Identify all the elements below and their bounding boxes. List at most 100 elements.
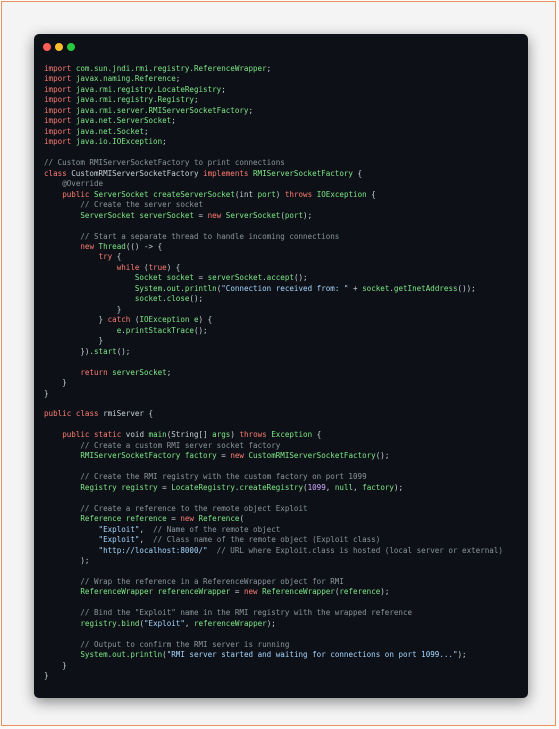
code-line: public static void main(String[] args) t… <box>44 430 528 440</box>
code-token: } <box>44 671 49 681</box>
code-token: + <box>348 283 363 293</box>
code-token: socket <box>362 283 390 293</box>
code-token: = <box>193 210 208 220</box>
code-token: createRegistry <box>239 482 304 492</box>
code-token: ; <box>171 116 176 126</box>
code-token: println <box>184 283 217 293</box>
code-token: void <box>121 430 149 440</box>
code-token: ( <box>239 514 244 524</box>
code-line: e.printStackTrace(); <box>44 326 528 336</box>
code-token: // Bind the "Exploit" name in the RMI re… <box>80 608 413 618</box>
code-token: ; <box>162 137 167 147</box>
code-token: = <box>230 587 244 597</box>
code-token: (); <box>375 451 390 461</box>
minimize-window-button[interactable] <box>55 43 63 51</box>
code-token: import <box>44 95 72 105</box>
code-token: static <box>94 430 122 440</box>
code-line: import com.sun.jndi.rmi.registry.Referen… <box>44 64 528 74</box>
code-token: System <box>80 650 108 660</box>
code-line: // Output to confirm the RMI server is r… <box>44 640 528 650</box>
maximize-window-button[interactable] <box>67 43 75 51</box>
code-token: ReferenceWrapper referenceWrapper <box>80 587 231 597</box>
code-token: catch <box>107 315 131 325</box>
code-token: 1099 <box>307 482 326 492</box>
code-token: ; <box>248 105 254 115</box>
code-line: import javax.naming.Reference; <box>44 74 528 84</box>
code-token: ()); <box>457 283 476 293</box>
code-token: // URL where Exploit.class is hosted (lo… <box>216 545 503 555</box>
code-token: (); <box>193 325 208 335</box>
code-token: out <box>166 283 181 293</box>
code-token: } <box>44 336 104 346</box>
code-token: ); <box>393 482 404 492</box>
code-token: ( <box>139 262 149 272</box>
code-token: { <box>366 189 376 199</box>
code-token: port <box>257 189 276 199</box>
code-token: public <box>62 189 90 199</box>
code-token: socket <box>134 294 163 304</box>
code-token: } <box>44 378 67 388</box>
code-token: Socket socket <box>134 273 194 283</box>
code-line: return serverSocket; <box>44 368 528 378</box>
code-line: // Wrap the reference in a ReferenceWrap… <box>44 577 528 587</box>
code-window: import com.sun.jndi.rmi.registry.Referen… <box>34 34 528 698</box>
code-line: } <box>44 336 528 346</box>
code-token: (int <box>234 189 258 199</box>
code-token: (); <box>189 294 204 304</box>
code-line: // Start a separate thread to handle inc… <box>44 232 528 242</box>
code-line: Registry registry = LocateRegistry.creat… <box>44 483 528 493</box>
code-token: factory <box>362 482 394 492</box>
code-token: { <box>112 252 122 262</box>
code-token: CustomRMIServerSocketFactory <box>248 451 376 461</box>
code-token: ); <box>380 587 390 597</box>
code-token: accept <box>266 273 294 283</box>
code-token: rmiServer { <box>98 409 154 419</box>
code-token: { <box>352 168 363 178</box>
code-token: ); <box>266 618 276 628</box>
code-line: ); <box>44 556 528 566</box>
code-token: new <box>180 514 194 524</box>
code-line: } <box>44 378 528 388</box>
code-token: ); <box>457 650 467 660</box>
code-token: } <box>44 660 67 670</box>
code-token: java.rmi.registry.Registry <box>75 95 194 105</box>
code-token: "Exploit" <box>144 618 185 628</box>
code-token: ; <box>193 95 199 105</box>
code-token: RMIServerSocketFactory <box>253 168 353 178</box>
code-token: ServerSocket <box>94 189 149 199</box>
close-window-button[interactable] <box>43 43 51 51</box>
code-token: = <box>157 482 172 492</box>
code-token: ) { <box>166 262 181 272</box>
code-line: class CustomRMIServerSocketFactory imple… <box>44 169 528 179</box>
code-token: args <box>212 430 231 440</box>
code-line: socket.close(); <box>44 294 528 304</box>
code-token: println <box>130 650 163 660</box>
code-token: = <box>216 451 231 461</box>
code-token: Reference reference <box>80 514 167 524</box>
code-token: main <box>148 430 167 440</box>
code-token: throws <box>284 189 313 199</box>
code-line: } <box>44 671 528 681</box>
code-line: ReferenceWrapper referenceWrapper = new … <box>44 587 528 597</box>
code-token: java.rmi.registry.LocateRegistry <box>75 84 222 94</box>
code-token: public <box>44 409 72 419</box>
code-line: } <box>44 305 528 315</box>
code-token: import <box>44 116 72 126</box>
code-token: bind <box>121 618 140 628</box>
code-token: LocateRegistry <box>171 482 235 492</box>
code-line: import java.rmi.registry.LocateRegistry; <box>44 85 528 95</box>
code-token: IOException <box>316 189 367 199</box>
